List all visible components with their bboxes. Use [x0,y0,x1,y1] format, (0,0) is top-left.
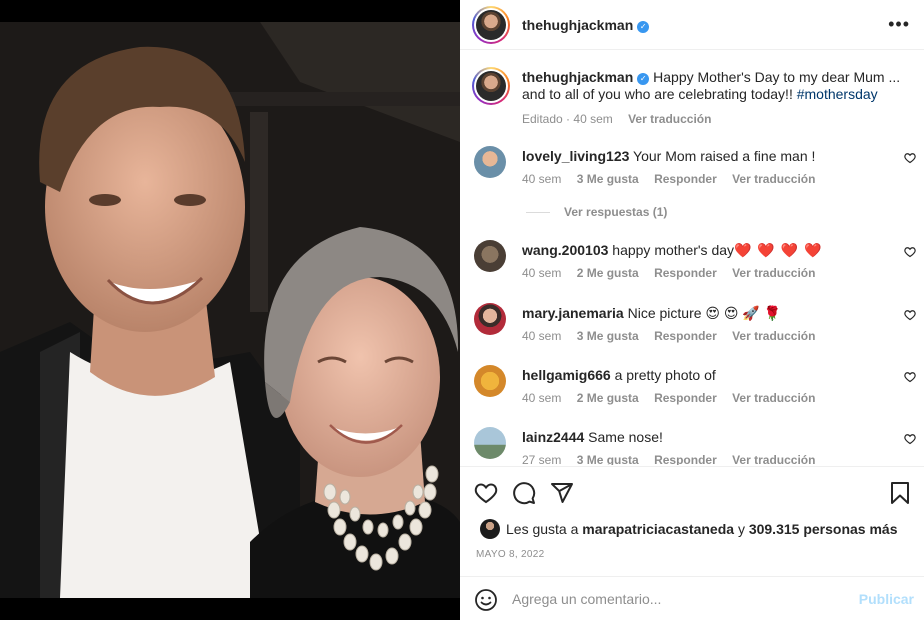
comment-emoji: ❤️ ❤️ ❤️ ❤️ [734,242,823,258]
post-date[interactable]: MAYO 8, 2022 [476,549,544,560]
comment-item: lovely_living123 Your Mom raised a fine … [460,146,924,194]
comment-meta: 27 sem 3 Me gusta Responder Ver traducci… [522,453,815,465]
verified-badge-icon: ✓ [637,21,650,33]
comment-age: 40 sem [522,266,562,280]
comment-text: Your Mom raised a fine man ! [633,148,816,164]
caption-translate-link[interactable]: Ver traducción [628,112,711,126]
post-side-panel: thehughjackman ✓ ••• thehughjackman ✓ Happ… [460,0,924,620]
comment-text: Nice picture [627,305,702,321]
caption-username[interactable]: thehughjackman [522,69,633,85]
comment-reply-button[interactable]: Responder [654,266,717,280]
comment-translate-link[interactable]: Ver traducción [732,266,815,280]
comment-likes[interactable]: 2 Me gusta [577,391,639,405]
commenter-avatar[interactable] [474,146,506,178]
comment-item: hellgamig666 a pretty photo of 40 sem 2 … [460,365,924,413]
publish-button[interactable]: Publicar [859,591,914,607]
comment-translate-link[interactable]: Ver traducción [732,172,815,186]
smiley-icon[interactable] [474,588,498,612]
caption-hashtag[interactable]: #mothersday [797,86,878,102]
comment-meta: 40 sem 2 Me gusta Responder Ver traducci… [522,266,815,280]
view-replies-label[interactable]: Ver respuestas (1) [564,205,667,219]
add-comment-bar: Publicar [460,576,924,620]
comment-translate-link[interactable]: Ver traducción [732,391,815,405]
comment-emoji: 😍 😍 🚀 🌹 [705,305,782,321]
post-header: thehughjackman ✓ ••• [460,0,924,50]
comment-likes[interactable]: 2 Me gusta [577,266,639,280]
comment-translate-link[interactable]: Ver traducción [732,453,815,465]
likes-count-link[interactable]: 309.315 personas más [749,521,898,537]
comment-item: wang.200103 happy mother's day❤️ ❤️ ❤️ ❤… [460,240,924,288]
comment-username[interactable]: hellgamig666 [522,367,611,383]
paper-plane-icon[interactable] [550,481,574,505]
likes-connector: y [737,521,745,537]
caption-avatar[interactable] [472,67,510,105]
comment-body: wang.200103 happy mother's day❤️ ❤️ ❤️ ❤… [522,242,882,259]
likes-summary: Les gusta a marapatriciacastaneda y 309.… [480,519,897,539]
comment-bubble-icon[interactable] [512,481,536,505]
comment-text: Same nose! [588,429,663,445]
post-actions: Les gusta a marapatriciacastaneda y 309.… [460,466,924,574]
comment-likes[interactable]: 3 Me gusta [577,172,639,186]
comment-meta: 40 sem 3 Me gusta Responder Ver traducci… [522,172,815,186]
comment-body: lainz2444 Same nose! [522,429,882,446]
comment-text: happy mother's day [612,242,735,258]
comment-meta: 40 sem 2 Me gusta Responder Ver traducci… [522,391,815,405]
comment-reply-button[interactable]: Responder [654,453,717,465]
comment-input[interactable] [512,587,852,611]
comment-item: lainz2444 Same nose! 27 sem 3 Me gusta R… [460,427,924,465]
likes-user-link[interactable]: marapatriciacastaneda [582,521,734,537]
comment-age: 40 sem [522,329,562,343]
comment-reply-button[interactable]: Responder [654,329,717,343]
post-photo[interactable] [0,22,460,598]
heart-outline-icon[interactable] [904,152,916,164]
author-username-text[interactable]: thehughjackman [522,17,633,33]
replies-divider-line [526,212,550,214]
comment-username[interactable]: lainz2444 [522,429,584,445]
commenter-avatar[interactable] [474,303,506,335]
comment-username[interactable]: mary.janemaria [522,305,624,321]
comment-username[interactable]: wang.200103 [522,242,608,258]
heart-outline-icon[interactable] [904,309,916,321]
comment-meta: 40 sem 3 Me gusta Responder Ver traducci… [522,329,815,343]
view-replies-button[interactable]: Ver respuestas (1) [526,205,667,219]
comment-likes[interactable]: 3 Me gusta [577,329,639,343]
commenter-avatar[interactable] [474,427,506,459]
caption-age: 40 sem [573,112,613,126]
liker-avatar[interactable] [480,519,500,539]
heart-outline-icon[interactable] [904,246,916,258]
commenter-avatar[interactable] [474,365,506,397]
comment-age: 40 sem [522,391,562,405]
post-media-pane [0,0,460,620]
comment-age: 27 sem [522,453,562,465]
post-caption: thehughjackman ✓ Happy Mother's Day to my… [522,69,906,128]
bookmark-icon[interactable] [888,481,912,505]
author-avatar[interactable] [472,6,510,44]
heart-outline-icon[interactable] [904,433,916,445]
comment-body: lovely_living123 Your Mom raised a fine … [522,148,882,165]
comments-list[interactable]: thehughjackman ✓ Happy Mother's Day to my… [460,51,924,465]
comment-body: hellgamig666 a pretty photo of [522,367,882,384]
comment-body: mary.janemaria Nice picture 😍 😍 🚀 🌹 [522,305,882,322]
comment-translate-link[interactable]: Ver traducción [732,329,815,343]
photo-illustration [0,22,460,598]
heart-outline-icon[interactable] [474,481,498,505]
caption-separator: · [566,112,571,126]
author-username[interactable]: thehughjackman ✓ [522,17,650,33]
comment-reply-button[interactable]: Responder [654,172,717,186]
more-horizontal-icon[interactable]: ••• [888,14,910,35]
verified-badge-icon: ✓ [637,73,650,85]
comment-username[interactable]: lovely_living123 [522,148,629,164]
comment-age: 40 sem [522,172,562,186]
caption-meta: Editado · 40 sem Ver traducción [522,111,906,128]
heart-outline-icon[interactable] [904,371,916,383]
comment-item: mary.janemaria Nice picture 😍 😍 🚀 🌹 40 s… [460,303,924,351]
comment-reply-button[interactable]: Responder [654,391,717,405]
comment-likes[interactable]: 3 Me gusta [577,453,639,465]
caption-edited: Editado [522,112,563,126]
comment-text: a pretty photo of [614,367,716,383]
likes-prefix: Les gusta a [506,521,579,537]
commenter-avatar[interactable] [474,240,506,272]
